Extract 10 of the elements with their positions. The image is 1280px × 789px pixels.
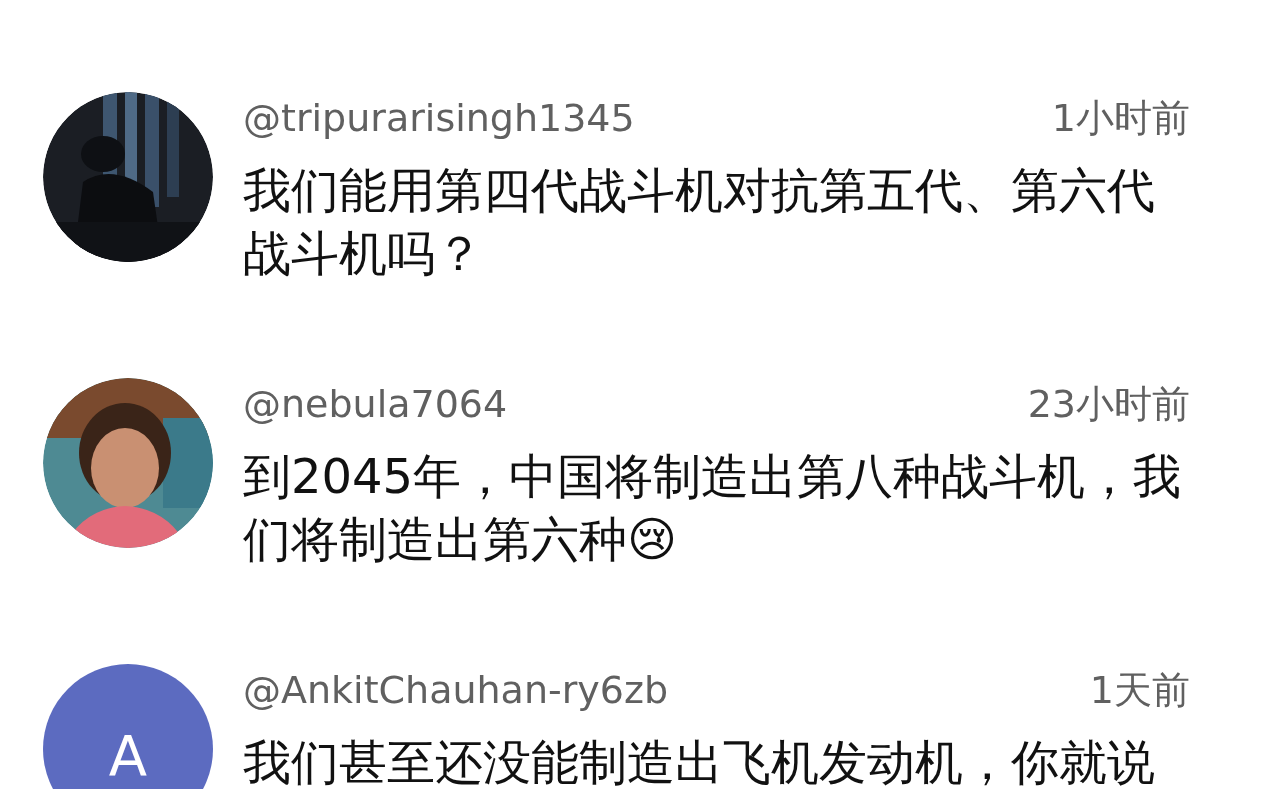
timestamp: 1天前	[1089, 666, 1190, 714]
username[interactable]: @tripurarisingh1345	[243, 96, 635, 140]
avatar-letter: A	[108, 728, 148, 784]
username[interactable]: @AnkitChauhan-ry6zb	[243, 668, 669, 712]
comment-text: 我们甚至还没能制造出飞机发动机，你就说	[243, 733, 1156, 789]
timestamp: 23小时前	[1027, 380, 1190, 428]
comment-text: 到2045年，中国将制造出第八种战斗机，我们将制造出第六种😢	[243, 447, 1183, 569]
comment-text: 我们能用第四代战斗机对抗第五代、第六代战斗机吗？	[243, 161, 1156, 283]
username[interactable]: @nebula7064	[243, 382, 508, 426]
timestamp: 1小时前	[1051, 94, 1190, 142]
